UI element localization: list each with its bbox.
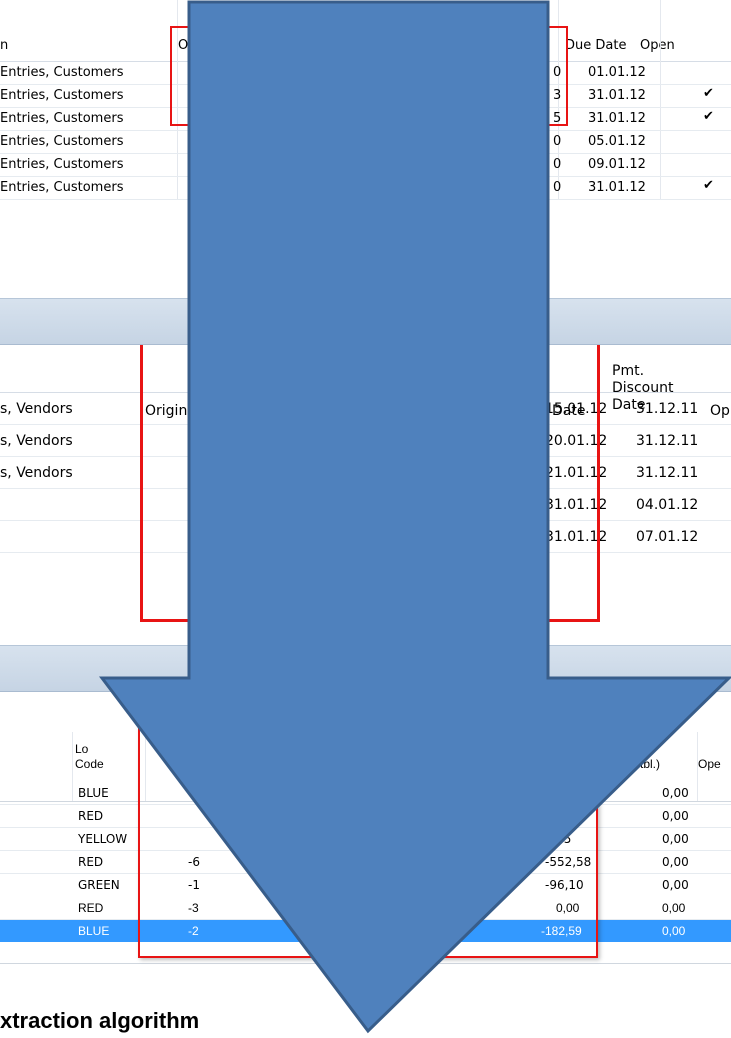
slide-caption: xtraction algorithm	[0, 1008, 200, 1033]
row-description: Entries, Customers	[0, 111, 124, 126]
window-title-band	[0, 645, 731, 692]
row-pmt-discount-date: 31.12.11	[636, 401, 699, 417]
row-due-date: 05.01.12	[588, 134, 646, 149]
row-due-date: 31.01.12	[588, 180, 646, 195]
row-description: Entries, Customers	[0, 134, 124, 149]
row-discount-amount: 0,00	[662, 855, 689, 869]
col-open-header[interactable]: Open	[640, 38, 675, 53]
row-location-code: RED	[78, 855, 104, 869]
vendor-ledger-panel: Origina Date Pmt. Discount Date Op s, Ve…	[0, 345, 731, 645]
row-location-code: GREEN	[78, 878, 120, 892]
highlight-box-left	[170, 26, 192, 126]
row-due-date: 09.01.12	[588, 157, 646, 172]
row-location-code: YELLOW	[78, 832, 128, 846]
row-description: s, Vendors	[0, 465, 73, 481]
row-pmt-discount-date: 04.01.12	[636, 497, 699, 513]
table-row[interactable]: Entries, Customers 5 31.01.12 ✔	[0, 108, 731, 131]
table-row[interactable]: Entries, Customers 3 31.01.12 ✔	[0, 85, 731, 108]
row-description: Entries, Customers	[0, 157, 124, 172]
row-amount: 0	[553, 134, 562, 149]
row-pmt-discount-date: 07.01.12	[636, 529, 699, 545]
row-due-date: 31.01.12	[588, 88, 646, 103]
window-title-band	[0, 298, 731, 345]
row-discount-amount: 0,00	[662, 786, 689, 800]
highlight-box	[138, 700, 598, 958]
row-discount-amount: 0,00	[662, 832, 689, 846]
row-description: s, Vendors	[0, 401, 73, 417]
row-amount: 0	[553, 157, 562, 172]
customer-ledger-panel: n O Due Date Open Entries, Customers 0 0…	[0, 0, 731, 298]
row-due-date: 31.01.12	[588, 111, 646, 126]
col-due-date-header[interactable]: Due Date	[565, 38, 626, 53]
col-description-header[interactable]: n	[0, 38, 8, 53]
row-discount-amount: 0,00	[662, 901, 686, 915]
row-description: Entries, Customers	[0, 65, 124, 80]
row-description: Entries, Customers	[0, 180, 124, 195]
row-description: Entries, Customers	[0, 88, 124, 103]
table-row[interactable]: Entries, Customers 0 31.01.12 ✔	[0, 177, 731, 200]
row-location-code: BLUE	[78, 924, 110, 938]
row-amount: 0	[553, 180, 562, 195]
row-location-code: RED	[78, 901, 104, 915]
row-pmt-discount-date: 31.12.11	[636, 465, 699, 481]
row-location-code: RED	[78, 809, 104, 823]
open-check-icon[interactable]: ✔	[703, 109, 714, 124]
table-row[interactable]: Entries, Customers 0 01.01.12	[0, 62, 731, 85]
row-due-date: 01.01.12	[588, 65, 646, 80]
highlight-box-right	[540, 26, 568, 126]
row-location-code: BLUE	[78, 786, 109, 800]
table-row[interactable]: Entries, Customers 0 05.01.12	[0, 131, 731, 154]
row-description: s, Vendors	[0, 433, 73, 449]
row-discount-amount: 0,00	[662, 924, 686, 938]
highlight-box	[140, 345, 600, 622]
table-row[interactable]: Entries, Customers 0 09.01.12	[0, 154, 731, 177]
row-pmt-discount-date: 31.12.11	[636, 433, 699, 449]
row-discount-amount: 0,00	[662, 878, 689, 892]
open-check-icon[interactable]: ✔	[703, 178, 714, 193]
open-check-icon[interactable]: ✔	[703, 86, 714, 101]
row-discount-amount: 0,00	[662, 809, 689, 823]
